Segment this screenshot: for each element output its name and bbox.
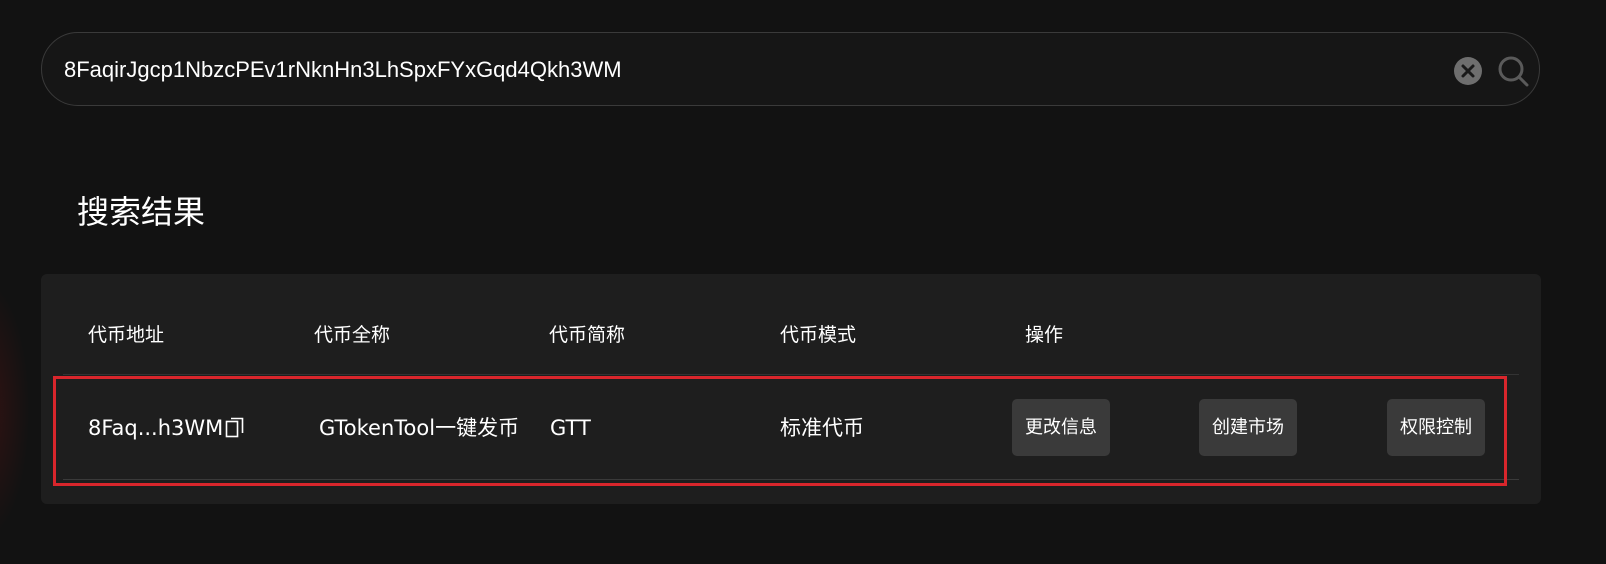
edge-glow	[0, 280, 30, 540]
row-highlight-box	[53, 376, 1507, 486]
search-bar	[41, 32, 1540, 106]
column-header-mode: 代币模式	[780, 324, 857, 346]
search-button[interactable]	[1496, 54, 1530, 88]
header-divider	[63, 374, 1519, 375]
clear-search-button[interactable]	[1454, 57, 1482, 85]
results-title: 搜索结果	[77, 193, 206, 231]
column-header-actions: 操作	[1025, 324, 1064, 346]
results-panel: 代币地址 代币全称 代币简称 代币模式 操作 8Faq...h3WM GToke…	[41, 274, 1541, 504]
page: 搜索结果 代币地址 代币全称 代币简称 代币模式 操作 8Faq...h3WM …	[0, 0, 1606, 564]
column-header-address: 代币地址	[88, 324, 165, 346]
search-input[interactable]	[64, 53, 1424, 87]
column-header-full-name: 代币全称	[314, 324, 391, 346]
close-icon	[1461, 64, 1475, 78]
search-icon	[1498, 56, 1529, 87]
column-header-symbol: 代币简称	[549, 324, 626, 346]
